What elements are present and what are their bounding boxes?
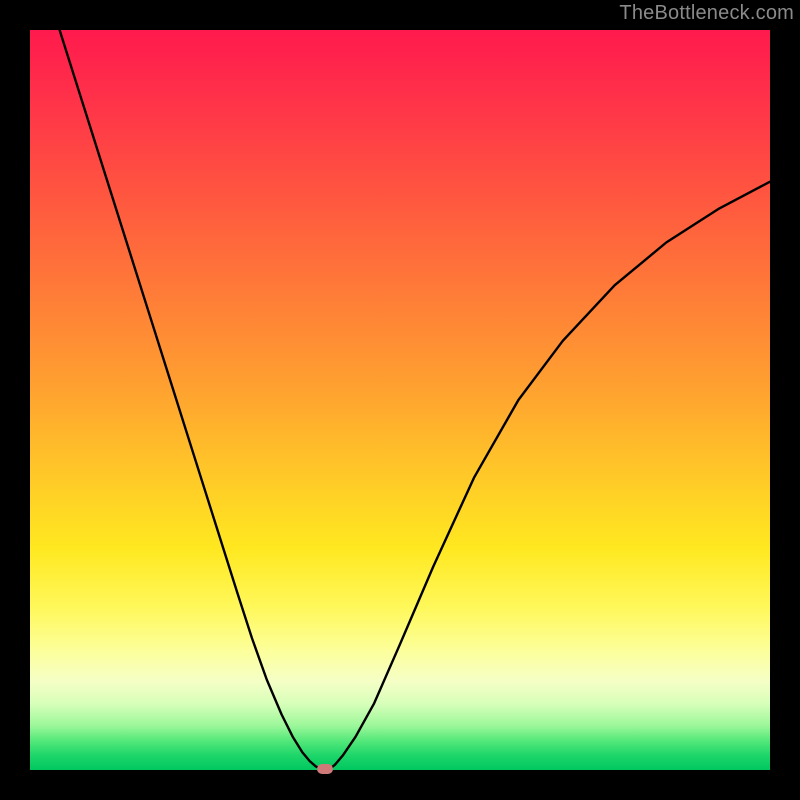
curve-left xyxy=(60,30,326,770)
curve-right xyxy=(326,182,770,770)
curve-svg xyxy=(30,30,770,770)
chart-frame: TheBottleneck.com xyxy=(0,0,800,800)
min-marker xyxy=(317,764,333,774)
plot-area xyxy=(30,30,770,770)
watermark-text: TheBottleneck.com xyxy=(619,2,794,25)
